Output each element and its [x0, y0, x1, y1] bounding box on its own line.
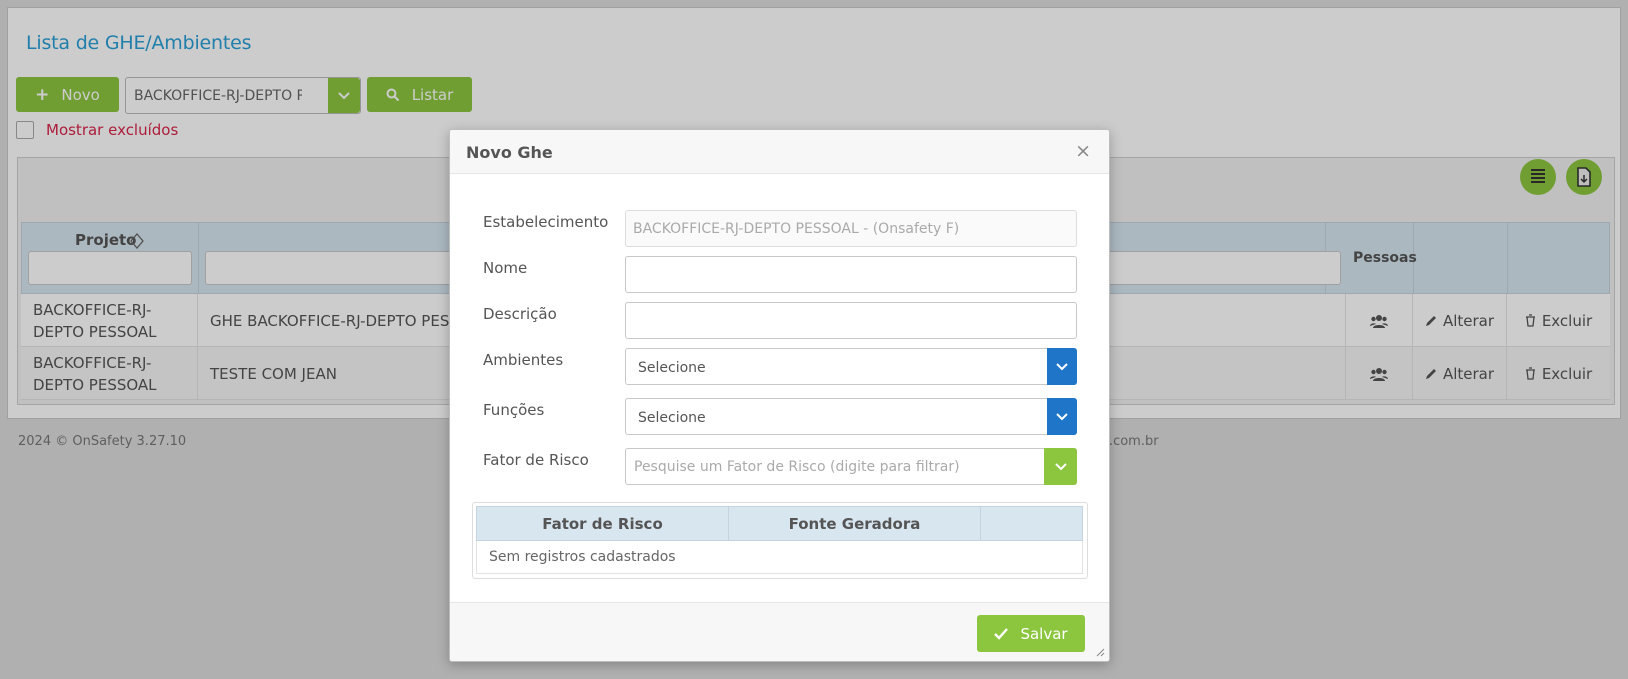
risk-col-source: Fonte Geradora — [729, 507, 981, 540]
functions-select-value: Selecione — [638, 410, 706, 426]
new-ghe-modal: Novo Ghe × Estabelecimento BACKOFFICE-RJ… — [449, 129, 1110, 662]
chevron-down-icon[interactable] — [1047, 398, 1077, 435]
modal-title: Novo Ghe — [466, 143, 553, 162]
establishment-field: BACKOFFICE-RJ-DEPTO PESSOAL - (Onsafety … — [625, 210, 1077, 247]
chevron-down-icon[interactable] — [1047, 348, 1077, 385]
functions-select[interactable]: Selecione — [625, 398, 1077, 435]
save-button[interactable]: Salvar — [977, 615, 1085, 652]
description-input[interactable] — [625, 302, 1077, 339]
name-input[interactable] — [625, 256, 1077, 293]
functions-label: Funções — [483, 401, 545, 419]
name-label: Nome — [483, 259, 528, 277]
check-icon — [994, 627, 1009, 640]
modal-footer: Salvar — [450, 602, 1109, 661]
chevron-down-icon[interactable] — [1044, 448, 1077, 485]
risk-col-actions — [981, 507, 1082, 540]
description-label: Descrição — [483, 305, 557, 323]
environments-label: Ambientes — [483, 351, 564, 369]
risk-factor-search-placeholder: Pesquise um Fator de Risco (digite para … — [634, 459, 960, 475]
risk-factor-label: Fator de Risco — [483, 451, 589, 469]
close-icon[interactable]: × — [1075, 142, 1091, 161]
establishment-label: Estabelecimento — [483, 213, 609, 231]
risk-factor-table: Fator de Risco Fonte Geradora Sem regist… — [472, 502, 1088, 579]
environments-select-value: Selecione — [638, 360, 706, 376]
establishment-field-value: BACKOFFICE-RJ-DEPTO PESSOAL - (Onsafety … — [633, 221, 960, 237]
save-button-label: Salvar — [1020, 624, 1068, 643]
risk-table-empty-message: Sem registros cadastrados — [476, 541, 1083, 574]
risk-col-factor: Fator de Risco — [477, 507, 729, 540]
environments-select[interactable]: Selecione — [625, 348, 1077, 385]
resize-grip-icon[interactable] — [1095, 647, 1105, 657]
risk-factor-search-input[interactable]: Pesquise um Fator de Risco (digite para … — [625, 448, 1077, 485]
risk-table-header: Fator de Risco Fonte Geradora — [476, 506, 1083, 541]
modal-header: Novo Ghe × — [450, 130, 1109, 174]
